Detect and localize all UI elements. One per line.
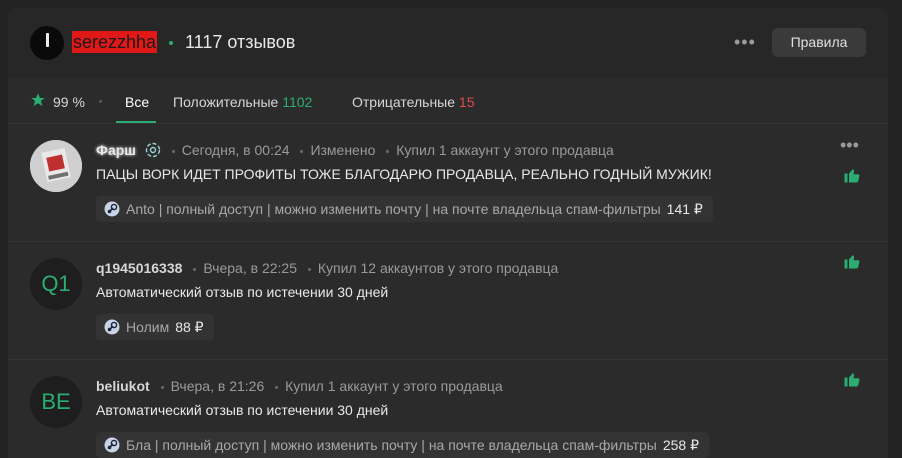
thumbs-up-icon bbox=[844, 373, 860, 387]
purchase-info: Купил 1 аккаунт у этого продавца bbox=[285, 378, 503, 394]
product-title: Anto | полный доступ | можно изменить по… bbox=[126, 201, 661, 217]
product-tag[interactable]: Нолим 88 ₽ bbox=[96, 314, 214, 340]
product-price: 258 ₽ bbox=[662, 437, 700, 453]
steam-icon bbox=[104, 319, 120, 335]
thumbs-up-icon bbox=[844, 255, 860, 269]
separator-dot bbox=[193, 267, 197, 271]
reviews-panel: serezzhha 1117 отзывов ••• Правила 99 % … bbox=[8, 8, 888, 458]
more-options-icon[interactable]: ••• bbox=[734, 32, 756, 53]
tab-negative-label: Отрицательные bbox=[352, 94, 456, 110]
review-time: Сегодня, в 00:24 bbox=[181, 142, 290, 158]
review-item: Q1 q1945016338 Вчера, в 22:25 Купил 12 а… bbox=[8, 242, 888, 360]
product-tag[interactable]: Anto | полный доступ | можно изменить по… bbox=[96, 196, 713, 222]
seller-name[interactable]: serezzhha bbox=[72, 31, 158, 53]
separator-dot bbox=[275, 385, 279, 389]
star-icon bbox=[31, 93, 45, 106]
review-item: BE beliukot Вчера, в 21:26 Купил 1 аккау… bbox=[8, 360, 888, 458]
separator-dot bbox=[171, 149, 175, 153]
review-meta: Фарш Сегодня, в 00:24 Изменено Купил 1 а… bbox=[96, 142, 614, 158]
review-meta: beliukot Вчера, в 21:26 Купил 1 аккаунт … bbox=[96, 378, 503, 394]
tab-negative[interactable]: Отрицательные 15 bbox=[352, 94, 475, 110]
thumbs-up-icon bbox=[844, 169, 860, 183]
separator-dot bbox=[386, 149, 390, 153]
rating-percent: 99 % bbox=[53, 94, 85, 110]
product-title: Нолим bbox=[126, 319, 170, 335]
avatar-image-icon bbox=[30, 140, 82, 192]
review-item: Фарш Сегодня, в 00:24 Изменено Купил 1 а… bbox=[8, 124, 888, 242]
review-time: Вчера, в 21:26 bbox=[170, 378, 265, 394]
reviewer-avatar[interactable] bbox=[30, 140, 82, 192]
steam-icon bbox=[104, 201, 120, 217]
review-meta: q1945016338 Вчера, в 22:25 Купил 12 акка… bbox=[96, 260, 558, 276]
review-text: ПАЦЫ ВОРК ИДЕТ ПРОФИТЫ ТОЖЕ БЛАГОДАРЮ ПР… bbox=[96, 166, 712, 182]
reviewer-name[interactable]: Фарш bbox=[96, 142, 136, 158]
review-time: Вчера, в 22:25 bbox=[203, 260, 297, 276]
reviews-count: 1117 отзывов bbox=[185, 32, 296, 52]
tab-all[interactable]: Все bbox=[125, 94, 149, 110]
purchase-info: Купил 1 аккаунт у этого продавца bbox=[396, 142, 614, 158]
separator-dot bbox=[99, 100, 102, 103]
reviewer-avatar[interactable]: Q1 bbox=[30, 258, 82, 310]
reviewer-name[interactable]: q1945016338 bbox=[96, 260, 182, 276]
reviewer-name[interactable]: beliukot bbox=[96, 378, 150, 394]
negative-count: 15 bbox=[458, 94, 475, 110]
product-title: Бла | полный доступ | можно изменить поч… bbox=[126, 437, 657, 453]
review-text: Автоматический отзыв по истечении 30 дне… bbox=[96, 402, 389, 418]
reviews-header: serezzhha 1117 отзывов ••• Правила bbox=[8, 8, 888, 78]
reviewer-avatar[interactable]: BE bbox=[30, 376, 82, 428]
product-price: 141 ₽ bbox=[666, 201, 703, 217]
seller-avatar[interactable] bbox=[30, 26, 64, 60]
positive-count: 1102 bbox=[282, 94, 313, 110]
tab-positive[interactable]: Положительные 1102 bbox=[173, 94, 312, 110]
review-text: Автоматический отзыв по истечении 30 дне… bbox=[96, 284, 389, 300]
product-tag[interactable]: Бла | полный доступ | можно изменить поч… bbox=[96, 432, 710, 458]
purchase-info: Купил 12 аккаунтов у этого продавца bbox=[317, 260, 559, 276]
tab-positive-label: Положительные bbox=[173, 94, 279, 110]
separator-dot bbox=[300, 149, 304, 153]
product-price: 88 ₽ bbox=[175, 319, 204, 335]
active-tab-indicator bbox=[116, 121, 156, 123]
online-indicator bbox=[169, 41, 173, 45]
review-more-icon[interactable]: ••• bbox=[840, 135, 859, 156]
separator-dot bbox=[160, 385, 164, 389]
spiral-badge-icon bbox=[145, 142, 161, 158]
separator-dot bbox=[307, 267, 311, 271]
rules-button[interactable]: Правила bbox=[772, 28, 866, 57]
edited-label: Изменено bbox=[310, 142, 376, 158]
steam-icon bbox=[104, 437, 120, 453]
review-filter-tabs: 99 % Все Положительные 1102 Отрицательны… bbox=[8, 78, 888, 124]
